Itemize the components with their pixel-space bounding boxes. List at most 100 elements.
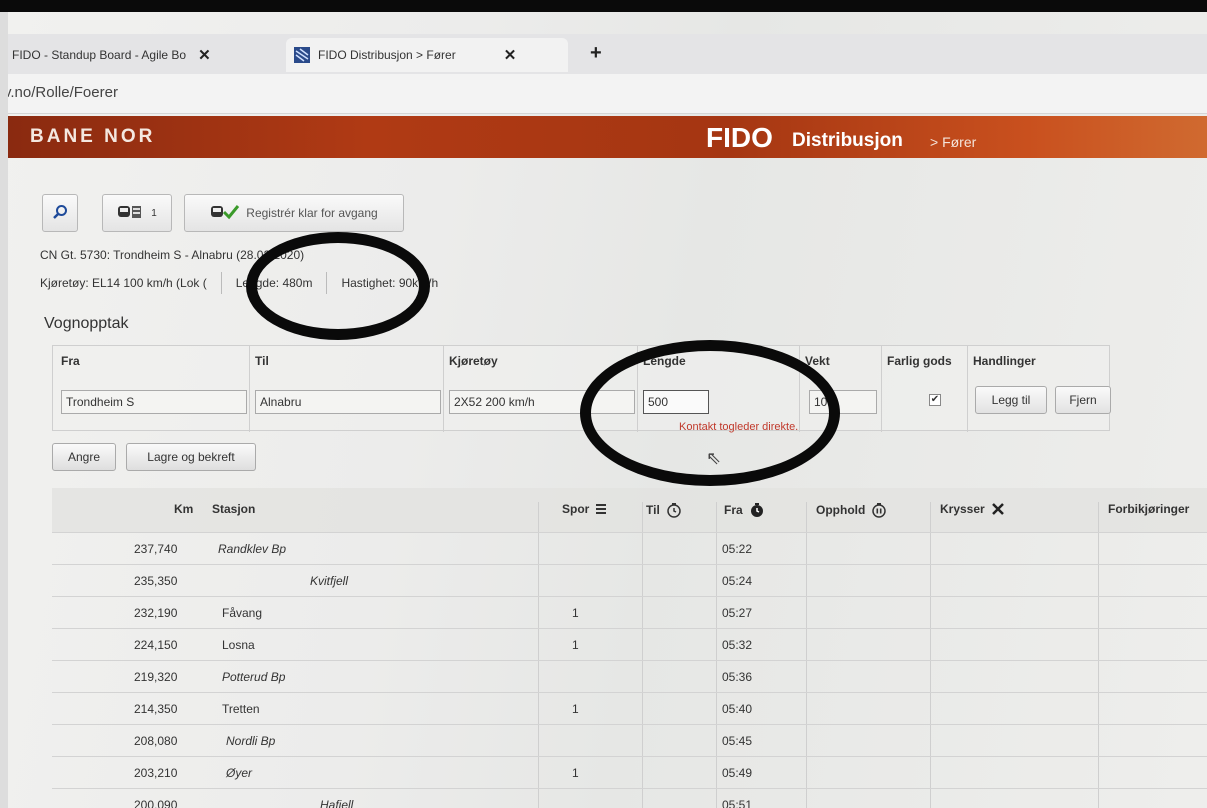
- table-row[interactable]: 237,740 Randklev Bp 05:22: [52, 532, 1207, 564]
- monitor-bezel: [0, 0, 1207, 12]
- station-cell: Tretten: [222, 702, 260, 716]
- url-text: v.no/Rolle/Foerer: [8, 84, 118, 101]
- track-cell: 1: [572, 702, 579, 716]
- departure-cell: 05:24: [722, 574, 753, 588]
- table-row[interactable]: 232,190 Fåvang 1 05:27: [52, 596, 1207, 628]
- header-fra: Fra: [61, 354, 80, 368]
- timetable: Km Stasjon Spor Til Fra Opphold Krysser …: [52, 488, 1207, 808]
- km-cell: 235,350: [134, 574, 178, 588]
- divider: [443, 346, 444, 432]
- bane-nor-logo: BANE NOR: [30, 126, 156, 147]
- app-title: FIDO: [706, 122, 773, 153]
- farlig-gods-checkbox[interactable]: ✔: [929, 394, 941, 406]
- km-cell: 224,150: [134, 638, 178, 652]
- table-row[interactable]: 224,150 Losna 1 05:32: [52, 628, 1207, 660]
- vognopptak-title: Vognopptak: [44, 315, 129, 332]
- fra-input[interactable]: [61, 390, 247, 414]
- departure-cell: 05:45: [722, 734, 753, 748]
- favicon-icon: [294, 47, 310, 63]
- table-row[interactable]: 214,350 Tretten 1 05:40: [52, 692, 1207, 724]
- train-check-icon: [210, 204, 240, 223]
- header-krysser[interactable]: Krysser: [940, 502, 1005, 516]
- station-cell: Øyer: [226, 766, 253, 780]
- departure-cell: 05:22: [722, 542, 753, 556]
- station-cell: Fåvang: [222, 606, 263, 620]
- header-spor[interactable]: Spor: [562, 502, 607, 516]
- table-row[interactable]: 203,210 Øyer 1 05:49: [52, 756, 1207, 788]
- divider: [249, 346, 250, 432]
- app-banner: BANE NOR FIDO Distribusjon > Fører: [8, 116, 1207, 158]
- km-cell: 237,740: [134, 542, 178, 556]
- app-subtitle: Distribusjon: [792, 130, 903, 151]
- station-cell: Hafjell: [320, 798, 354, 808]
- km-cell: 203,210: [134, 766, 178, 780]
- header-til[interactable]: Til: [646, 502, 682, 518]
- track-cell: 1: [572, 638, 579, 652]
- header-til: Til: [255, 354, 269, 368]
- close-icon[interactable]: ✕: [198, 46, 211, 64]
- header-stasjon[interactable]: Stasjon: [212, 502, 255, 516]
- km-cell: 208,080: [134, 734, 178, 748]
- header-fra[interactable]: Fra: [724, 502, 765, 518]
- departure-cell: 05:51: [722, 798, 753, 808]
- table-row[interactable]: 200,090 Hafjell 05:51: [52, 788, 1207, 808]
- train-icon: [117, 204, 145, 223]
- departure-clock-icon: [749, 502, 765, 518]
- table-row[interactable]: 208,080 Nordli Bp 05:45: [52, 724, 1207, 756]
- station-cell: Nordli Bp: [226, 734, 276, 748]
- arrival-clock-icon: [666, 502, 682, 518]
- departure-cell: 05:49: [722, 766, 753, 780]
- km-cell: 214,350: [134, 702, 178, 716]
- undo-button[interactable]: Angre: [52, 443, 116, 471]
- divider: [881, 346, 882, 432]
- departure-cell: 05:36: [722, 670, 753, 684]
- km-cell: 219,320: [134, 670, 178, 684]
- add-button[interactable]: Legg til: [975, 386, 1047, 414]
- header-handlinger: Handlinger: [973, 354, 1036, 368]
- header-km: Km: [174, 502, 194, 516]
- vehicle-info: Kjøretøy: EL14 100 km/h (Lok (: [40, 276, 207, 290]
- new-tab-icon[interactable]: +: [590, 42, 602, 65]
- departure-cell: 05:27: [722, 606, 753, 620]
- table-row[interactable]: 235,350 Kvitfjell 05:24: [52, 564, 1207, 596]
- highlight-circle: [246, 232, 430, 340]
- tab-label: FIDO - Standup Board - Agile Bo: [12, 48, 187, 62]
- highlight-circle: [580, 340, 840, 486]
- tab-label: FIDO Distribusjon > Fører: [318, 48, 456, 62]
- header-kjoretoy: Kjøretøy: [449, 354, 498, 368]
- search-icon: [52, 204, 68, 223]
- train-count-badge: 1: [151, 207, 157, 219]
- track-cell: 1: [572, 606, 579, 620]
- departure-cell: 05:40: [722, 702, 753, 716]
- breadcrumb: > Fører: [930, 134, 977, 150]
- train-list-button[interactable]: 1: [102, 194, 172, 232]
- til-input[interactable]: [255, 390, 441, 414]
- divider: [220, 272, 222, 294]
- address-bar[interactable]: v.no/Rolle/Foerer: [8, 74, 1207, 114]
- register-ready-button[interactable]: Registrér klar for avgang: [184, 194, 404, 232]
- station-cell: Losna: [222, 638, 255, 652]
- search-button[interactable]: [42, 194, 78, 232]
- divider: [967, 346, 968, 432]
- remove-button[interactable]: Fjern: [1055, 386, 1111, 414]
- table-row[interactable]: 219,320 Potterud Bp 05:36: [52, 660, 1207, 692]
- tab-standup-board[interactable]: FIDO - Standup Board - Agile Bo ✕: [12, 38, 274, 72]
- header-opphold[interactable]: Opphold: [816, 502, 887, 518]
- close-icon[interactable]: ✕: [504, 46, 517, 64]
- tab-fido-distribusjon[interactable]: FIDO Distribusjon > Fører ✕: [286, 38, 568, 72]
- save-confirm-button[interactable]: Lagre og bekreft: [126, 443, 256, 471]
- station-cell: Potterud Bp: [222, 670, 286, 684]
- km-cell: 232,190: [134, 606, 178, 620]
- km-cell: 200,090: [134, 798, 178, 808]
- crossing-icon: [991, 502, 1005, 516]
- header-farlig-gods: Farlig gods: [887, 354, 952, 368]
- browser-window: FIDO - Standup Board - Agile Bo ✕ FIDO D…: [8, 12, 1207, 808]
- pause-clock-icon: [871, 502, 887, 518]
- station-cell: Randklev Bp: [218, 542, 287, 556]
- tab-bar: FIDO - Standup Board - Agile Bo ✕ FIDO D…: [8, 34, 1207, 74]
- header-forbikjoringer[interactable]: Forbikjøringer: [1108, 502, 1189, 516]
- register-ready-label: Registrér klar for avgang: [246, 206, 378, 220]
- station-cell: Kvitfjell: [310, 574, 349, 588]
- track-cell: 1: [572, 766, 579, 780]
- list-icon: [595, 503, 607, 515]
